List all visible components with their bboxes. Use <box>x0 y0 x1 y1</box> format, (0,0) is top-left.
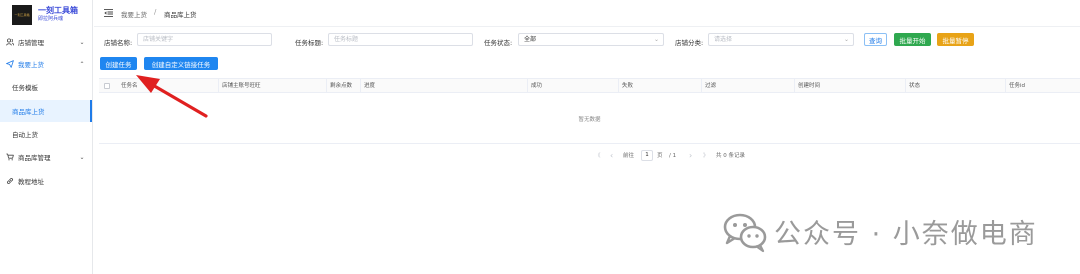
column-header: 任务名 <box>121 83 138 89</box>
chevron-down-icon: ⌄ <box>653 36 659 43</box>
sidebar-item-label: 商品库管理 <box>18 154 51 162</box>
column-header: 任务id <box>1005 79 1080 93</box>
batch-pause-button[interactable]: 批量暂停 <box>937 33 974 46</box>
task-status-label: 任务状态: <box>484 39 513 47</box>
link-icon <box>6 177 14 185</box>
sidebar-item-label: 店铺管理 <box>18 39 44 47</box>
column-header: 创建时间 <box>794 79 905 93</box>
task-title-input[interactable]: 任务标题 <box>328 33 473 46</box>
breadcrumb-current: 商品库上货 <box>164 11 197 19</box>
sidebar-item-goods-library-upload[interactable]: 商品库上货 <box>0 100 92 122</box>
prev-page-button[interactable]: ‹ <box>610 150 613 162</box>
watermark-text: 公众号 · 小奈做电商 <box>774 219 1038 250</box>
wechat-icon <box>723 213 767 253</box>
table-header: 任务名 店铺主账号旺旺 剩余点数 进度 成功 失败 过滤 创建时间 状态 任务i… <box>99 79 1080 93</box>
brand-subtitle: 即拉阿兵魂 <box>38 15 64 22</box>
page-input[interactable]: 1 <box>641 150 653 161</box>
task-title-label: 任务标题: <box>295 39 324 47</box>
sidebar-item-label: 自动上货 <box>12 131 38 139</box>
page-label: 页 <box>657 153 663 159</box>
sidebar-item-label: 任务模板 <box>12 84 38 92</box>
brand-title: 一刻工具箱 <box>38 5 78 15</box>
brand-logo: 一刻工具箱 <box>12 4 32 25</box>
sidebar-item-auto-upload[interactable]: 自动上货 <box>0 123 92 145</box>
select-all-cell <box>99 79 118 93</box>
column-header: 失败 <box>618 79 701 93</box>
total-records: 共 0 条记录 <box>716 153 745 159</box>
column-header: 进度 <box>360 79 527 93</box>
user-group-icon <box>6 38 14 46</box>
chevron-up-icon: ⌃ <box>79 60 85 68</box>
shop-name-input[interactable]: 店铺关键字 <box>137 33 272 46</box>
last-page-button[interactable]: 》 <box>703 150 709 162</box>
column-header: 状态 <box>905 79 1005 93</box>
sidebar-item-tutorial-link[interactable]: 教程地址 <box>0 170 92 192</box>
next-page-button[interactable]: › <box>689 150 692 162</box>
chevron-down-icon: ⌄ <box>843 36 849 43</box>
sidebar-item-label: 我要上货 <box>18 61 44 69</box>
batch-start-button[interactable]: 批量开始 <box>894 33 931 46</box>
shop-category-select[interactable]: 请选择 ⌄ <box>708 33 854 46</box>
create-custom-link-task-button[interactable]: 创建自定义链接任务 <box>144 57 218 70</box>
shop-name-label: 店铺名称: <box>104 39 133 47</box>
cart-icon <box>6 153 14 161</box>
sidebar-item-shop-management[interactable]: 店铺管理 ⌄ <box>0 31 92 53</box>
create-task-button[interactable]: 创建任务 <box>100 57 137 70</box>
empty-state: 暂无数据 <box>578 116 601 123</box>
chevron-down-icon: ⌄ <box>79 153 85 161</box>
goto-label: 前往 <box>623 153 635 159</box>
send-icon <box>6 60 14 68</box>
task-table: 任务名 店铺主账号旺旺 剩余点数 进度 成功 失败 过滤 创建时间 状态 任务i… <box>99 78 1080 144</box>
shop-category-placeholder: 请选择 <box>714 36 733 43</box>
column-header: 剩余点数 <box>326 79 360 93</box>
shop-category-label: 店铺分类: <box>675 39 704 47</box>
column-header: 店铺主账号旺旺 <box>218 79 326 93</box>
top-header: 我要上货 / 商品库上货 <box>94 0 1080 27</box>
menu-fold-icon[interactable] <box>104 9 113 17</box>
breadcrumb-item[interactable]: 我要上货 <box>121 9 147 19</box>
task-status-select[interactable]: 全部 ⌄ <box>518 33 664 46</box>
column-header: 过滤 <box>701 79 794 93</box>
select-all-checkbox[interactable] <box>104 83 110 89</box>
sidebar-item-upload-goods[interactable]: 我要上货 ⌃ <box>0 53 92 75</box>
query-button[interactable]: 查询 <box>864 33 887 46</box>
sidebar: 一刻工具箱 一刻工具箱 即拉阿兵魂 店铺管理 ⌄ 我要上货 ⌃ 任务模板 商品库… <box>0 0 93 274</box>
brand-logo-mark: 一刻工具箱 <box>14 12 30 17</box>
breadcrumb-separator: / <box>154 8 157 16</box>
task-status-value: 全部 <box>524 36 537 43</box>
total-pages: / 1 <box>669 153 677 159</box>
column-header: 成功 <box>527 79 618 93</box>
first-page-button[interactable]: 《 <box>595 150 601 162</box>
sidebar-item-task-template[interactable]: 任务模板 <box>0 76 92 98</box>
sidebar-item-label: 商品库上货 <box>12 108 45 116</box>
chevron-down-icon: ⌄ <box>79 38 85 46</box>
sidebar-item-label: 教程地址 <box>18 178 44 186</box>
sidebar-item-goods-library-management[interactable]: 商品库管理 ⌄ <box>0 146 92 168</box>
brand: 一刻工具箱 一刻工具箱 即拉阿兵魂 <box>0 0 92 29</box>
